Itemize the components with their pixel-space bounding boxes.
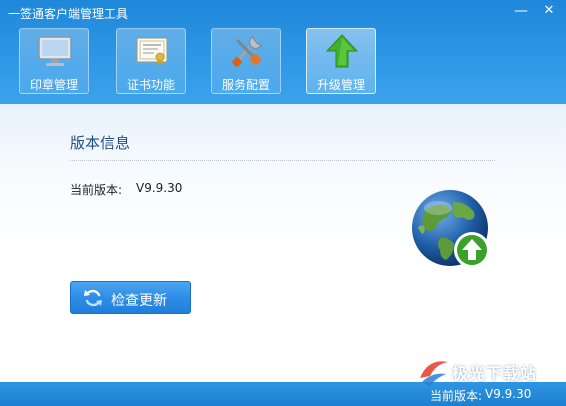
- watermark-text: 极光下载站: [452, 364, 538, 383]
- watermark: 极光下载站: [416, 356, 562, 392]
- main-content: 版本信息 当前版本: V9.9.30 检查更新: [0, 104, 566, 382]
- toolbar-label: 服务配置: [221, 78, 270, 92]
- header-bar: 一签通客户端管理工具 — ✕ 印章管理 证书功能 服务配置 升级管理: [0, 0, 566, 104]
- certificate-icon: [136, 37, 168, 66]
- version-label: 当前版本:: [70, 183, 123, 197]
- toolbar-label: 证书功能: [126, 78, 175, 92]
- monitor-icon: [38, 36, 72, 66]
- divider: [70, 160, 495, 161]
- app-window: 一签通客户端管理工具 — ✕ 印章管理 证书功能 服务配置 升级管理 版本信息 …: [0, 0, 566, 406]
- tools-icon: [232, 36, 262, 67]
- window-title: 一签通客户端管理工具: [8, 7, 129, 21]
- toolbar-seal-management[interactable]: 印章管理: [19, 28, 89, 94]
- toolbar-certificate-function[interactable]: 证书功能: [116, 28, 186, 94]
- version-value: V9.9.30: [136, 181, 183, 195]
- watermark-logo-icon: [420, 361, 448, 386]
- minimize-button[interactable]: —: [508, 0, 534, 22]
- toolbar-service-config[interactable]: 服务配置: [211, 28, 281, 94]
- globe-upgrade-icon: [412, 190, 490, 268]
- upgrade-arrow-icon: [325, 34, 359, 68]
- refresh-icon: [84, 289, 102, 307]
- check-update-button[interactable]: 检查更新: [70, 281, 191, 314]
- toolbar-label: 印章管理: [29, 78, 78, 92]
- check-update-label: 检查更新: [111, 293, 167, 309]
- toolbar-label: 升级管理: [316, 78, 365, 92]
- section-title: 版本信息: [70, 134, 131, 152]
- close-button[interactable]: ✕: [536, 0, 562, 22]
- toolbar-upgrade-management[interactable]: 升级管理: [306, 28, 376, 94]
